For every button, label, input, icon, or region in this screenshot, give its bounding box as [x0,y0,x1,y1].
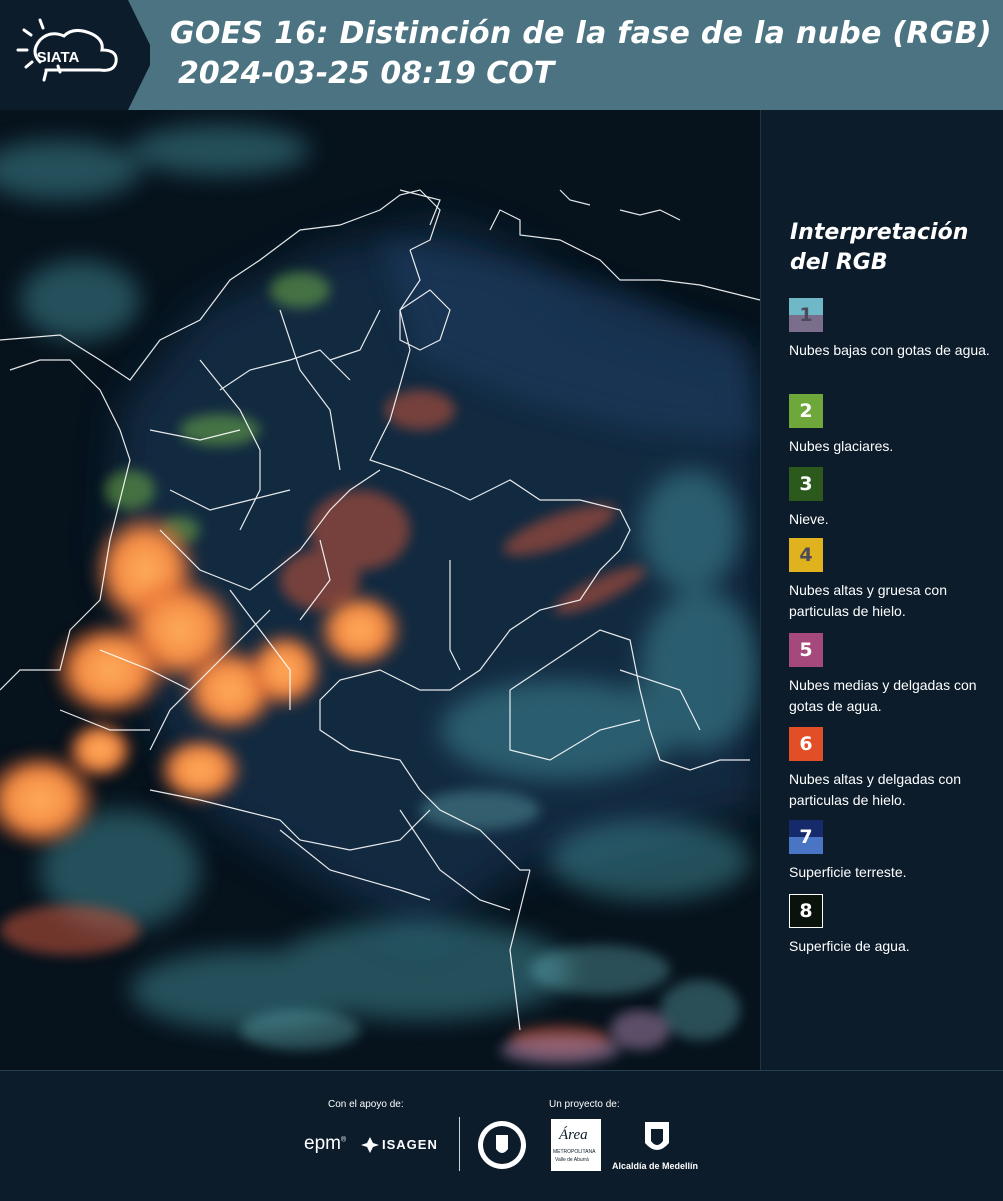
rgb-satellite-image [0,110,760,1070]
legend-item-3: 3 Nieve. [789,467,999,530]
svg-text:SIATA: SIATA [37,49,80,66]
satellite-map [0,110,760,1070]
project-label: Un proyecto de: [549,1099,620,1110]
legend-label-6: Nubes altas y delgadas con particulas de… [789,771,961,808]
legend-swatch-6: 6 [789,727,823,761]
legend-swatch-8: 8 [789,894,823,928]
page-title: GOES 16: Distinción de la fase de la nub… [170,16,992,51]
legend-label-1: Nubes bajas con gotas de agua. [789,342,990,358]
legend-label-5: Nubes medias y delgadas con gotas de agu… [789,677,977,714]
legend-item-8: 8 Superficie de agua. [789,894,999,957]
legend-label-4: Nubes altas y gruesa con particulas de h… [789,582,947,619]
alcaldia-logo-text: Alcaldía de Medellín [612,1161,699,1171]
area-metropolitana-logo: Área METROPOLITANA Valle de Aburrá [551,1119,601,1171]
university-seal-icon [478,1121,526,1169]
legend-swatch-1: 1 [789,298,823,332]
support-label: Con el apoyo de: [328,1099,404,1110]
legend-swatch-3: 3 [789,467,823,501]
legend-item-5: 5 Nubes medias y delgadas con gotas de a… [789,633,999,717]
legend-title-line1: Interpretación [790,220,969,245]
legend-item-6: 6 Nubes altas y delgadas con particulas … [789,727,999,811]
header-bar: SIATA GOES 16: Distinción de la fase de … [0,0,1003,110]
page-datetime: 2024-03-25 08:19 COT [178,56,555,91]
legend-panel: Interpretación del RGB 1 Nubes bajas con… [760,110,1003,1070]
legend-label-8: Superficie de agua. [789,938,910,954]
medellin-shield-icon [645,1122,669,1150]
legend-swatch-7: 7 [789,820,823,854]
legend-swatch-5: 5 [789,633,823,667]
legend-item-4: 4 Nubes altas y gruesa con particulas de… [789,538,999,622]
isagen-icon [361,1137,379,1153]
legend-label-7: Superficie terreste. [789,864,907,880]
siata-logo: SIATA [0,0,150,110]
legend-swatch-2: 2 [789,394,823,428]
legend-title: Interpretación del RGB [790,218,995,278]
legend-item-2: 2 Nubes glaciares. [789,394,999,457]
legend-swatch-4: 4 [789,538,823,572]
footer-divider [459,1117,460,1171]
legend-item-7: 7 Superficie terreste. [789,820,999,883]
footer-bar: Con el apoyo de: Un proyecto de: epm® IS… [0,1070,1003,1201]
legend-item-1: 1 Nubes bajas con gotas de agua. [789,298,999,361]
epm-logo: epm® [304,1133,347,1154]
legend-label-3: Nieve. [789,511,829,527]
legend-label-2: Nubes glaciares. [789,438,894,454]
legend-title-line2: del RGB [790,250,888,275]
